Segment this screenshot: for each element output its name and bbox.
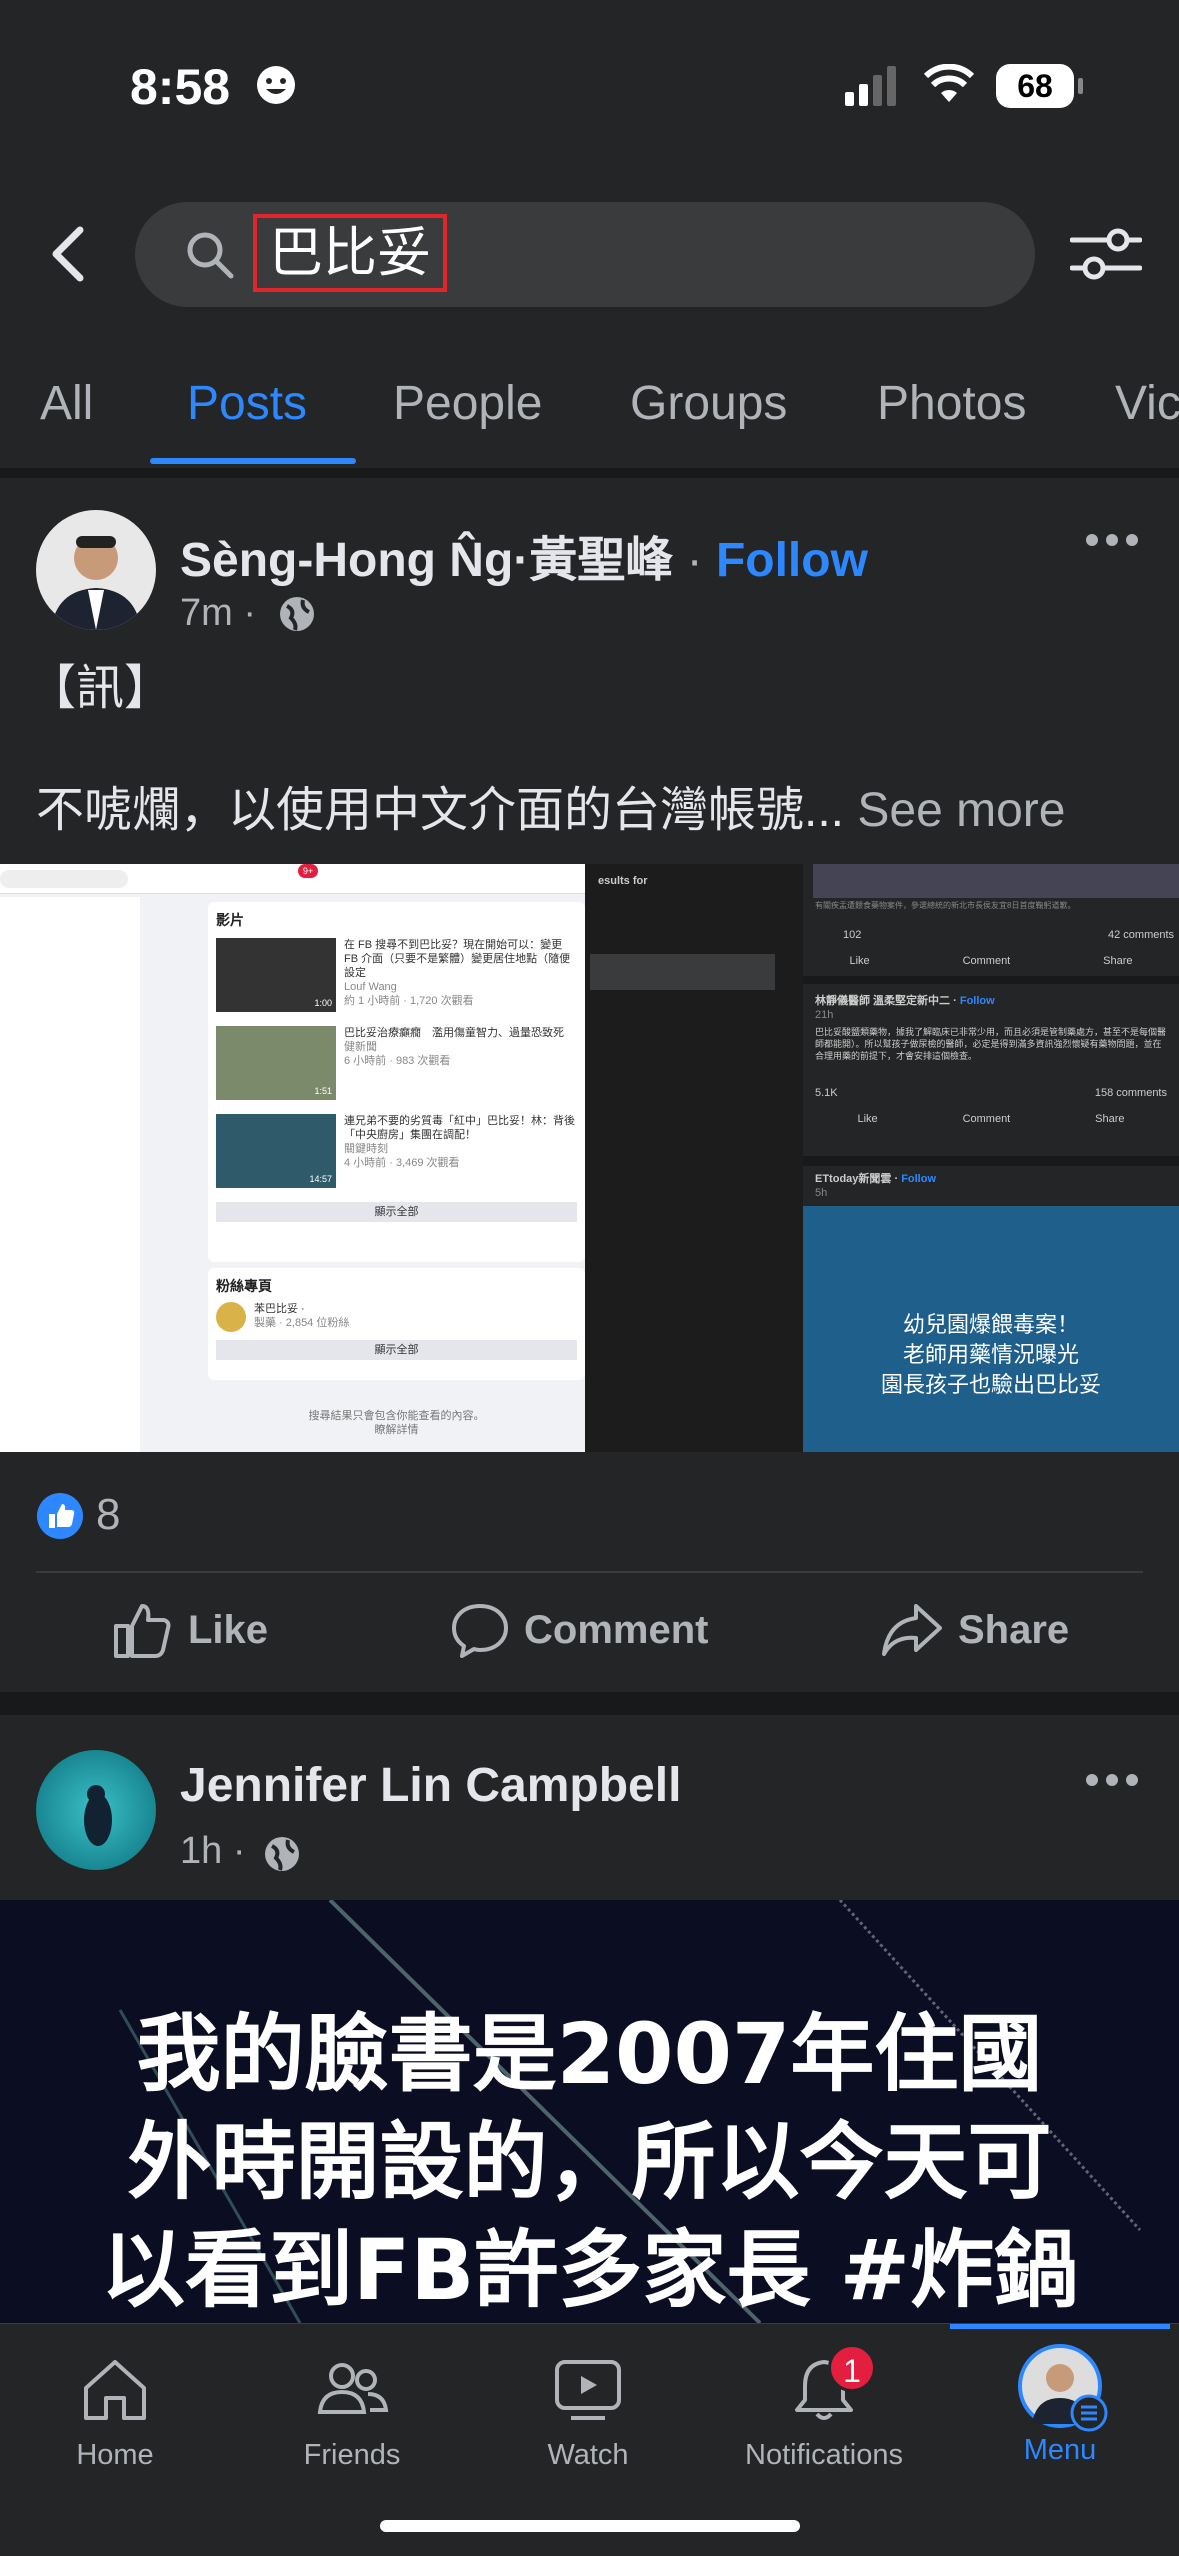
nav-watch[interactable]: Watch (488, 2354, 688, 2472)
nav-notifications[interactable]: Notifications 1 (724, 2344, 924, 2472)
see-more-link[interactable]: See more (857, 784, 1065, 837)
notification-badge: 1 (828, 2344, 876, 2392)
more-options-icon[interactable] (1085, 1772, 1139, 1788)
video-item: 1:51 巴比妥治療癲癇 濫用傷童智力、過量恐致死 健新聞 6 小時前 · 983 … (216, 1026, 577, 1104)
filter-icon[interactable] (1070, 222, 1142, 286)
active-nav-indicator (950, 2324, 1170, 2329)
search-tabs: All Posts People Groups Photos Vic (0, 370, 1179, 468)
nav-home[interactable]: Home (15, 2354, 215, 2472)
post-time: 1h (180, 1830, 223, 1872)
face-icon (257, 66, 295, 104)
battery-indicator: 68 (996, 64, 1074, 108)
nav-menu[interactable]: Menu (960, 2344, 1160, 2467)
see-all-videos: 顯示全部 (216, 1202, 577, 1222)
ettoday-image: 幼兒園爆餵毒案！ 老師用藥情況曝光 園長孩子也驗出巴比妥 (803, 1206, 1179, 1452)
back-chevron-icon[interactable] (48, 226, 88, 282)
author-avatar[interactable] (36, 1750, 156, 1870)
avatar-menu-icon (1018, 2344, 1108, 2432)
bottom-nav: Home Friends Watch Notifications 1 Menu (0, 2323, 1179, 2556)
divider (36, 1571, 1143, 1573)
video-item: 1:00 在 FB 搜尋不到巴比妥？現在開始可以：變更 FB 介面（只要不是繁體… (216, 938, 577, 1016)
more-options-icon[interactable] (1085, 532, 1139, 548)
watch-icon (555, 2360, 621, 2420)
home-indicator (380, 2520, 800, 2532)
person-photo-icon (51, 536, 141, 630)
thumbs-up-icon (114, 1604, 171, 1658)
notification-badge: 9+ (298, 864, 318, 878)
tab-people[interactable]: People (393, 370, 542, 438)
image-text-line: 以看到FB許多家長 #炸鍋 (100, 2221, 1079, 2319)
tab-groups[interactable]: Groups (630, 370, 787, 438)
globe-icon (265, 1837, 299, 1871)
video-item: 14:57 連兄弟不要的劣質毒「紅中」巴比妥！林：背後「中央廚房」集團在調配！關… (216, 1114, 577, 1192)
wifi-icon (923, 64, 975, 102)
search-icon (187, 232, 234, 279)
active-tab-indicator (150, 458, 356, 464)
home-icon (84, 2360, 146, 2420)
comment-icon (452, 1604, 508, 1658)
image-text-line: 外時開設的，所以今天可 (127, 2113, 1052, 2211)
tab-photos[interactable]: Photos (877, 370, 1026, 438)
post-time: 7m (180, 592, 233, 634)
tab-all[interactable]: All (40, 370, 93, 438)
author-name[interactable]: Jennifer Lin Campbell (180, 1758, 681, 1813)
author-avatar[interactable] (36, 510, 156, 630)
signal-icon (845, 66, 896, 106)
tab-posts[interactable]: Posts (187, 370, 307, 438)
share-button[interactable]: Share (880, 1600, 1069, 1660)
battery-tip (1078, 78, 1083, 94)
comment-button[interactable]: Comment (450, 1600, 708, 1660)
pages-heading: 粉絲專頁 (216, 1278, 272, 1294)
screenshot-left-panel: 9+ 影片 1:00 在 FB 搜尋不到巴比妥？現在開始可以：變更 FB 介面（… (0, 864, 585, 1452)
globe-icon (280, 597, 314, 631)
menu-lines-icon (1070, 2394, 1108, 2432)
post-title: 【訊】 (28, 662, 173, 715)
videos-heading: 影片 (216, 912, 244, 928)
diver-photo-icon (84, 1785, 112, 1846)
nav-friends[interactable]: Friends (252, 2354, 452, 2472)
screenshot-right-panel: 有關疾盂遭餵食藥物案件，參選總統的新北市長侯友宜8日首度鞠躬道歉。 102 42… (803, 864, 1179, 1452)
share-icon (882, 1604, 942, 1656)
friends-icon (317, 2363, 389, 2414)
tab-videos[interactable]: Vic (1115, 370, 1179, 438)
like-reaction-icon (37, 1493, 83, 1539)
post-text: 不唬爛，以使用中文介面的台灣帳號... (36, 784, 845, 837)
post-image[interactable]: 9+ 影片 1:00 在 FB 搜尋不到巴比妥？現在開始可以：變更 FB 介面（… (0, 864, 1179, 1452)
reaction-count[interactable]: 8 (96, 1490, 120, 1540)
author-name[interactable]: Sèng-Hong N̂g·黃聖峰 (180, 534, 673, 587)
follow-link[interactable]: Follow (716, 534, 868, 587)
post-image[interactable]: 我的臉書是2007年住國 外時開設的，所以今天可 以看到FB許多家長 #炸鍋 (0, 1900, 1179, 2323)
search-query[interactable]: 巴比妥 (253, 214, 447, 292)
image-text-line: 我的臉書是2007年住國 (136, 2005, 1043, 2103)
like-button[interactable]: Like (112, 1600, 268, 1660)
status-time: 8:58 (130, 59, 231, 115)
